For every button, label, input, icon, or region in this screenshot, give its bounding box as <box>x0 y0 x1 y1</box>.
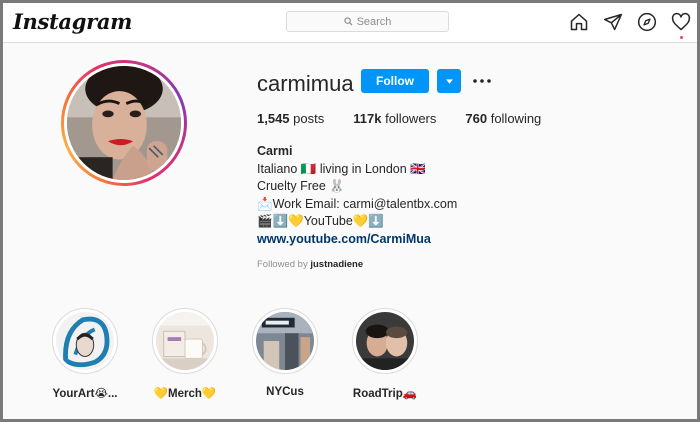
posts-label: posts <box>293 111 325 126</box>
bio-line: 📩Work Email: carmi@talentbx.com <box>257 196 458 211</box>
bio-line: Italiano 🇮🇹 living in London 🇬🇧 <box>257 161 426 176</box>
highlight-item[interactable]: YourArt😭... <box>35 308 135 400</box>
profile-bio: Carmi Italiano 🇮🇹 living in London 🇬🇧 Cr… <box>257 143 457 248</box>
nav-icons <box>569 12 691 39</box>
follow-button[interactable]: Follow <box>361 69 429 93</box>
bio-line: 🎬⬇️💛YouTube💛⬇️ <box>257 214 384 228</box>
profile-full-name: Carmi <box>257 144 293 158</box>
posts-stat: 1,545 posts <box>257 111 324 126</box>
highlight-cover[interactable] <box>252 308 318 374</box>
highlight-item[interactable]: NYCus <box>235 308 335 400</box>
more-options-button[interactable] <box>472 73 492 89</box>
highlight-cover[interactable] <box>52 308 118 374</box>
followed-by-user[interactable]: justnadiene <box>310 259 363 270</box>
suggested-accounts-button[interactable] <box>437 69 461 93</box>
bio-website-link[interactable]: www.youtube.com/CarmiMua <box>257 231 457 249</box>
highlight-label: YourArt😭... <box>52 388 118 400</box>
posts-count: 1,545 <box>257 111 290 126</box>
bio-line: Cruelty Free 🐰 <box>257 179 345 193</box>
followers-count: 117k <box>353 111 382 126</box>
following-label: following <box>490 111 542 126</box>
chevron-down-icon <box>445 78 453 84</box>
followers-stat[interactable]: 117k followers <box>353 111 436 126</box>
highlight-label: NYCus <box>266 386 304 398</box>
search-input[interactable]: Search <box>286 11 449 32</box>
direct-icon[interactable] <box>603 12 623 32</box>
search-icon <box>343 17 353 26</box>
highlight-cover[interactable] <box>352 308 418 374</box>
activity-icon[interactable] <box>671 12 691 39</box>
browser-frame: Instagram Search carmimua Follow 1,545 p… <box>3 3 697 419</box>
highlight-label: RoadTrip🚗 <box>352 388 418 400</box>
following-stat[interactable]: 760 following <box>465 111 541 126</box>
story-highlights: YourArt😭... 💛Merch💛 NYCus RoadTrip🚗 <box>35 308 435 400</box>
instagram-logo[interactable]: Instagram <box>13 9 132 34</box>
highlight-item[interactable]: 💛Merch💛 <box>135 308 235 400</box>
profile-username: carmimua <box>257 71 354 96</box>
search-placeholder: Search <box>356 15 392 28</box>
avatar <box>67 66 181 180</box>
followed-by: Followed by justnadiene <box>257 259 363 270</box>
followers-label: followers <box>385 111 437 126</box>
explore-icon[interactable] <box>637 12 657 32</box>
notification-dot <box>680 36 683 39</box>
highlight-label: 💛Merch💛 <box>153 388 217 400</box>
profile-avatar-ring[interactable] <box>61 60 187 186</box>
followed-by-prefix: Followed by <box>257 259 308 270</box>
following-count: 760 <box>465 111 488 126</box>
home-icon[interactable] <box>569 12 589 32</box>
highlight-item[interactable]: RoadTrip🚗 <box>335 308 435 400</box>
profile-stats: 1,545 posts 117k followers 760 following <box>257 111 570 126</box>
top-navigation: Instagram Search <box>3 3 697 43</box>
highlight-cover[interactable] <box>152 308 218 374</box>
ellipsis-icon <box>473 79 491 83</box>
